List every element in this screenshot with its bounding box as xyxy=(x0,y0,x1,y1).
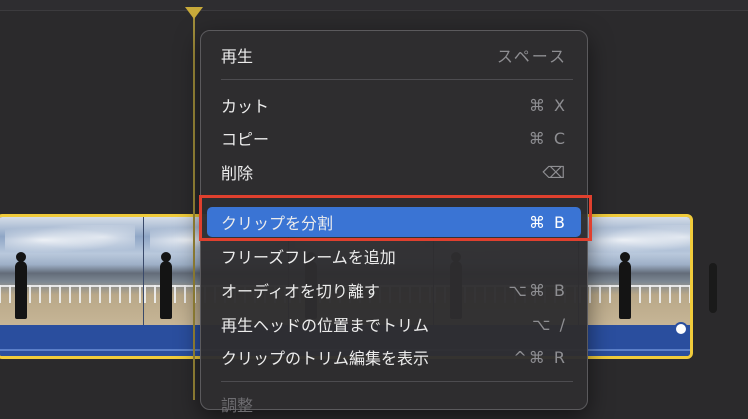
menu-item-label: オーディオを切り離す xyxy=(221,282,380,301)
menu-item-play[interactable]: 再生 スペース xyxy=(207,40,581,70)
menu-item-show-clip-trimmer[interactable]: クリップのトリム編集を表示 ^⌘ R xyxy=(207,342,581,372)
menu-item-shortcut: ⌘ X xyxy=(528,95,567,115)
menu-item-add-freeze-frame[interactable]: フリーズフレームを追加 xyxy=(207,241,581,271)
menu-item-label: フリーズフレームを追加 xyxy=(221,248,396,267)
playhead-marker[interactable] xyxy=(185,7,203,19)
clip-thumbnail xyxy=(579,217,690,325)
menu-item-trim-to-playhead[interactable]: 再生ヘッドの位置までトリム ⌥ / xyxy=(207,309,581,339)
menu-item-label: 調整 xyxy=(221,396,254,415)
annotation-highlight-box xyxy=(199,195,592,241)
menu-item-adjust[interactable]: 調整 xyxy=(207,389,581,419)
menu-item-label: 再生 xyxy=(221,47,254,66)
menu-item-label: 再生ヘッドの位置までトリム xyxy=(221,316,430,335)
menu-item-shortcut: ⌘ C xyxy=(528,128,567,148)
menu-separator xyxy=(221,79,573,80)
menu-item-delete[interactable]: 削除 ⌫ xyxy=(207,157,581,187)
menu-item-label: 削除 xyxy=(221,164,254,183)
playhead-line xyxy=(193,18,195,400)
menu-item-label: カット xyxy=(221,97,270,116)
volume-handle[interactable] xyxy=(674,322,688,336)
menu-item-label: クリップのトリム編集を表示 xyxy=(221,349,430,368)
scrollbar-thumb[interactable] xyxy=(709,263,717,313)
menu-item-shortcut: スペース xyxy=(496,47,567,66)
menu-item-copy[interactable]: コピー ⌘ C xyxy=(207,123,581,153)
menu-item-shortcut: ^⌘ R xyxy=(513,347,567,367)
menu-separator xyxy=(221,381,573,382)
timeline-ruler xyxy=(0,0,748,11)
menu-item-shortcut: ⌥⌘ B xyxy=(508,280,567,300)
delete-key-icon: ⌫ xyxy=(542,162,567,182)
menu-item-cut[interactable]: カット ⌘ X xyxy=(207,90,581,120)
menu-item-detach-audio[interactable]: オーディオを切り離す ⌥⌘ B xyxy=(207,275,581,305)
menu-item-label: コピー xyxy=(221,130,270,149)
menu-item-shortcut: ⌥ / xyxy=(532,314,567,334)
clip-thumbnail xyxy=(0,217,144,325)
